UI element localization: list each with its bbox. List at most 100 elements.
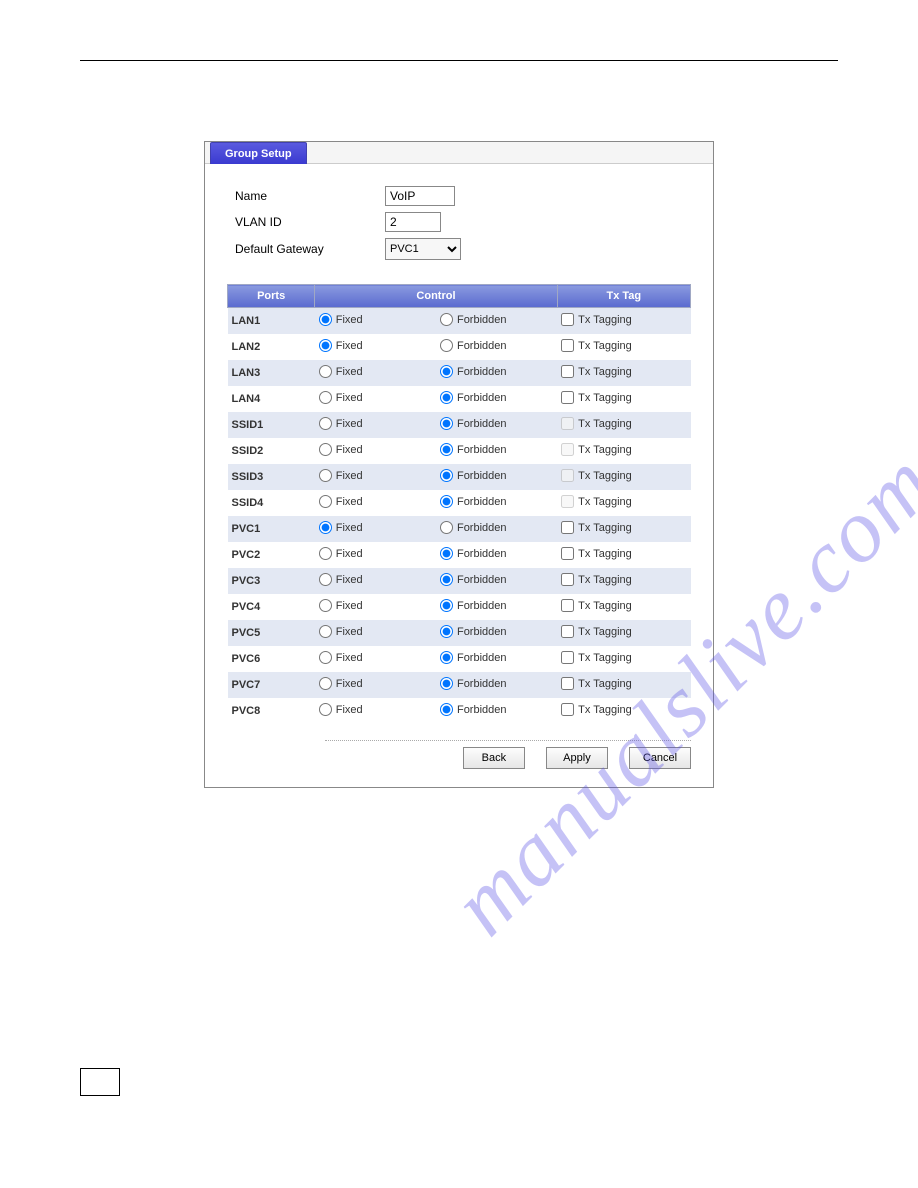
txtag-checkbox[interactable] xyxy=(561,547,574,560)
table-row: SSID3FixedForbiddenTx Tagging xyxy=(228,464,691,490)
forbidden-text: Forbidden xyxy=(457,340,507,352)
txtag-checkbox[interactable] xyxy=(561,365,574,378)
fixed-cell: Fixed xyxy=(315,516,436,542)
txtag-cell: Tx Tagging xyxy=(557,464,690,490)
apply-button[interactable]: Apply xyxy=(546,747,608,769)
forbidden-text: Forbidden xyxy=(457,548,507,560)
button-row: Back Apply Cancel xyxy=(205,741,713,787)
fixed-radio[interactable] xyxy=(319,313,332,326)
fixed-radio[interactable] xyxy=(319,599,332,612)
table-row: LAN4FixedForbiddenTx Tagging xyxy=(228,386,691,412)
port-name: PVC5 xyxy=(228,620,315,646)
port-name: LAN3 xyxy=(228,360,315,386)
forbidden-radio[interactable] xyxy=(440,573,453,586)
txtag-checkbox[interactable] xyxy=(561,677,574,690)
group-setup-tab[interactable]: Group Setup xyxy=(210,142,307,164)
forbidden-cell: Forbidden xyxy=(436,360,557,386)
forbidden-radio[interactable] xyxy=(440,625,453,638)
table-row: PVC4FixedForbiddenTx Tagging xyxy=(228,594,691,620)
fixed-cell: Fixed xyxy=(315,620,436,646)
table-row: PVC1FixedForbiddenTx Tagging xyxy=(228,516,691,542)
vlan-id-input[interactable] xyxy=(385,212,441,232)
table-row: PVC3FixedForbiddenTx Tagging xyxy=(228,568,691,594)
default-gateway-select[interactable]: PVC1 xyxy=(385,238,461,260)
forbidden-cell: Forbidden xyxy=(436,464,557,490)
forbidden-text: Forbidden xyxy=(457,522,507,534)
fixed-radio[interactable] xyxy=(319,417,332,430)
fixed-radio[interactable] xyxy=(319,677,332,690)
fixed-radio[interactable] xyxy=(319,391,332,404)
fixed-cell: Fixed xyxy=(315,594,436,620)
txtag-checkbox[interactable] xyxy=(561,625,574,638)
forbidden-radio[interactable] xyxy=(440,521,453,534)
forbidden-text: Forbidden xyxy=(457,704,507,716)
txtag-checkbox[interactable] xyxy=(561,703,574,716)
fixed-text: Fixed xyxy=(336,392,363,404)
txtag-cell: Tx Tagging xyxy=(557,412,690,438)
forbidden-radio[interactable] xyxy=(440,469,453,482)
txtag-text: Tx Tagging xyxy=(578,522,632,534)
vlan-id-label: VLAN ID xyxy=(235,215,385,229)
txtag-checkbox[interactable] xyxy=(561,651,574,664)
txtag-checkbox[interactable] xyxy=(561,443,574,456)
forbidden-text: Forbidden xyxy=(457,470,507,482)
forbidden-text: Forbidden xyxy=(457,366,507,378)
fixed-radio[interactable] xyxy=(319,573,332,586)
txtag-checkbox[interactable] xyxy=(561,599,574,612)
txtag-cell: Tx Tagging xyxy=(557,594,690,620)
txtag-text: Tx Tagging xyxy=(578,340,632,352)
txtag-checkbox[interactable] xyxy=(561,339,574,352)
forbidden-radio[interactable] xyxy=(440,651,453,664)
fixed-radio[interactable] xyxy=(319,365,332,378)
name-input[interactable] xyxy=(385,186,455,206)
ports-table: Ports Control Tx Tag LAN1FixedForbiddenT… xyxy=(227,284,691,724)
forbidden-cell: Forbidden xyxy=(436,490,557,516)
forbidden-radio[interactable] xyxy=(440,339,453,352)
forbidden-radio[interactable] xyxy=(440,417,453,430)
txtag-checkbox[interactable] xyxy=(561,391,574,404)
txtag-checkbox[interactable] xyxy=(561,417,574,430)
fixed-radio[interactable] xyxy=(319,469,332,482)
txtag-checkbox[interactable] xyxy=(561,313,574,326)
port-name: PVC4 xyxy=(228,594,315,620)
forbidden-cell: Forbidden xyxy=(436,438,557,464)
txtag-checkbox[interactable] xyxy=(561,495,574,508)
fixed-cell: Fixed xyxy=(315,698,436,724)
forbidden-radio[interactable] xyxy=(440,677,453,690)
forbidden-radio[interactable] xyxy=(440,313,453,326)
forbidden-text: Forbidden xyxy=(457,574,507,586)
txtag-checkbox[interactable] xyxy=(561,573,574,586)
fixed-radio[interactable] xyxy=(319,547,332,560)
fixed-radio[interactable] xyxy=(319,703,332,716)
fixed-radio[interactable] xyxy=(319,495,332,508)
txtag-cell: Tx Tagging xyxy=(557,672,690,698)
forbidden-radio[interactable] xyxy=(440,443,453,456)
fixed-text: Fixed xyxy=(336,704,363,716)
forbidden-radio[interactable] xyxy=(440,391,453,404)
fixed-radio[interactable] xyxy=(319,625,332,638)
fixed-radio[interactable] xyxy=(319,443,332,456)
forbidden-radio[interactable] xyxy=(440,599,453,612)
page-top-rule xyxy=(80,60,838,61)
forbidden-radio[interactable] xyxy=(440,365,453,378)
back-button[interactable]: Back xyxy=(463,747,525,769)
forbidden-radio[interactable] xyxy=(440,703,453,716)
fixed-cell: Fixed xyxy=(315,438,436,464)
txtag-text: Tx Tagging xyxy=(578,496,632,508)
txtag-checkbox[interactable] xyxy=(561,469,574,482)
fixed-text: Fixed xyxy=(336,496,363,508)
fixed-radio[interactable] xyxy=(319,521,332,534)
txtag-cell: Tx Tagging xyxy=(557,438,690,464)
fixed-radio[interactable] xyxy=(319,339,332,352)
forbidden-radio[interactable] xyxy=(440,495,453,508)
txtag-checkbox[interactable] xyxy=(561,521,574,534)
txtag-text: Tx Tagging xyxy=(578,444,632,456)
forbidden-text: Forbidden xyxy=(457,496,507,508)
page-number-box xyxy=(80,1068,120,1096)
fixed-radio[interactable] xyxy=(319,651,332,664)
txtag-cell: Tx Tagging xyxy=(557,568,690,594)
fixed-text: Fixed xyxy=(336,418,363,430)
txtag-cell: Tx Tagging xyxy=(557,308,690,335)
forbidden-radio[interactable] xyxy=(440,547,453,560)
cancel-button[interactable]: Cancel xyxy=(629,747,691,769)
